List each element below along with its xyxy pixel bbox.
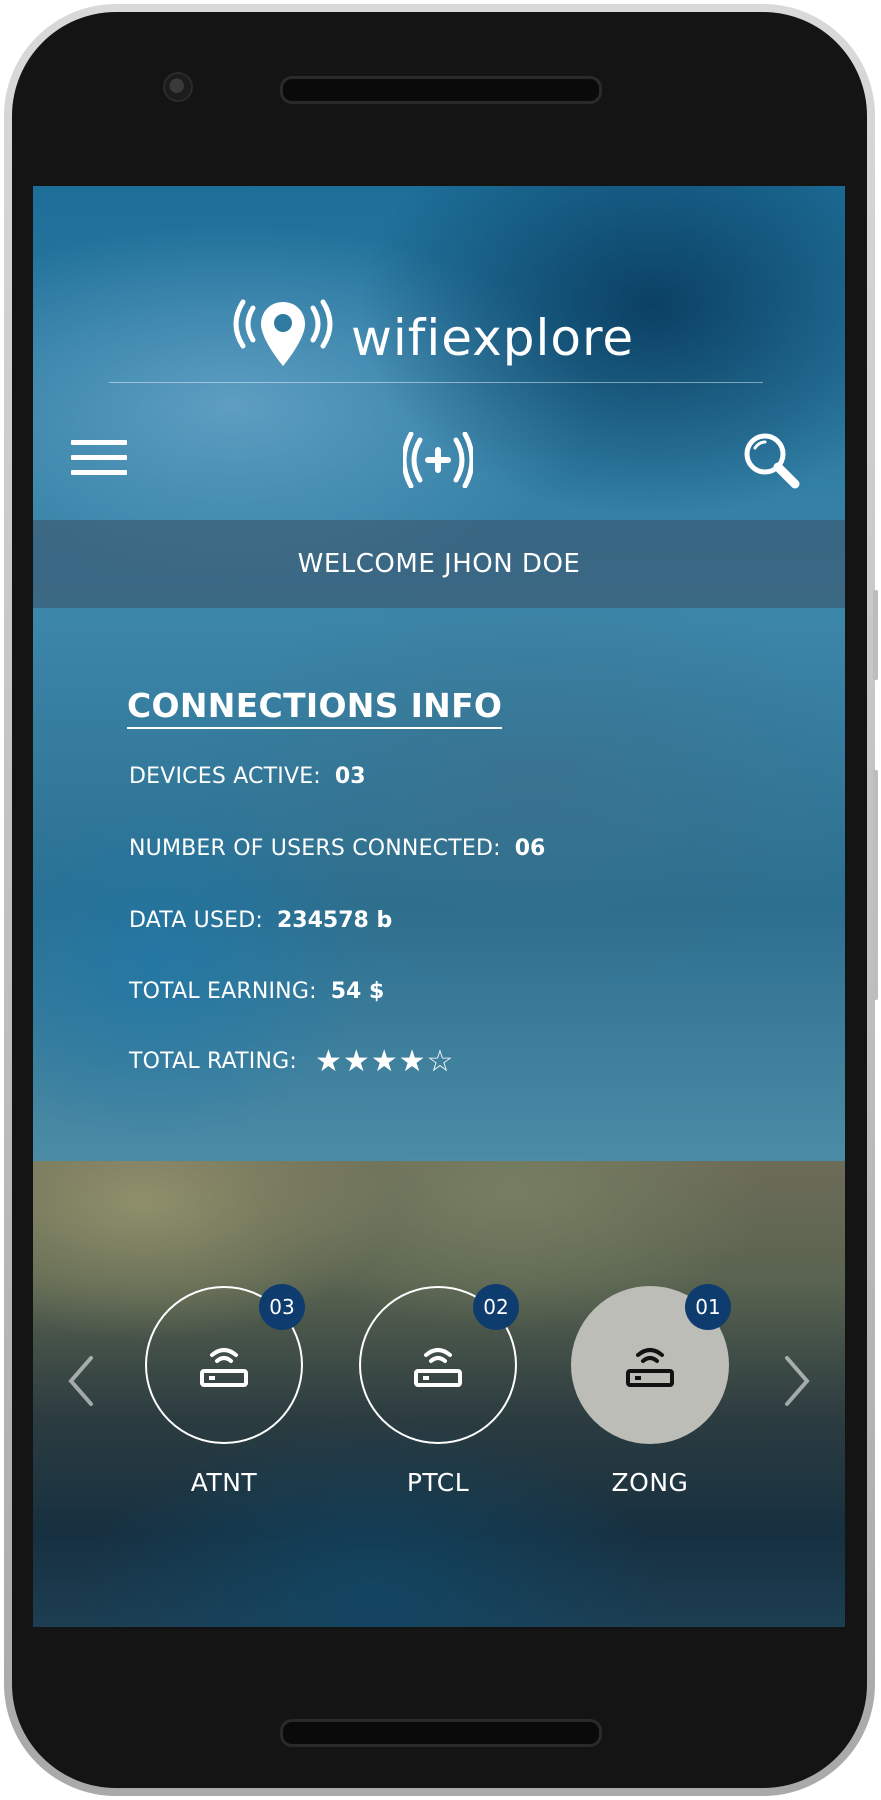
front-camera — [163, 72, 193, 102]
devices-active-row: DEVICES ACTIVE: 03 — [129, 764, 366, 789]
network-count-badge: 01 — [685, 1284, 731, 1330]
devices-active-label: DEVICES ACTIVE: — [129, 764, 321, 789]
total-rating-row: TOTAL RATING: ★★★★☆ — [129, 1044, 454, 1079]
network-label-atnt: ATNT — [190, 1468, 258, 1497]
total-earning-value: 54 $ — [330, 979, 385, 1004]
add-wifi-icon[interactable] — [403, 432, 473, 488]
top-speaker — [280, 76, 602, 104]
network-item-ptcl[interactable]: 02 PTCL — [353, 1284, 523, 1497]
users-connected-row: NUMBER OF USERS CONNECTED: 06 — [129, 836, 545, 861]
total-rating-label: TOTAL RATING: — [129, 1049, 297, 1074]
network-item-atnt[interactable]: 03 ATNT — [139, 1284, 309, 1497]
chevron-right-icon[interactable] — [777, 1346, 817, 1416]
network-button-atnt[interactable]: 03 — [145, 1284, 305, 1444]
logo-divider — [109, 382, 763, 383]
users-connected-value: 06 — [514, 836, 546, 861]
router-icon — [626, 1348, 674, 1387]
connections-info-title: CONNECTIONS INFO — [127, 686, 503, 729]
chevron-left-icon[interactable] — [61, 1346, 101, 1416]
network-button-ptcl[interactable]: 02 — [359, 1284, 519, 1444]
welcome-text: WELCOME JHON DOE — [297, 549, 581, 579]
total-earning-row: TOTAL EARNING: 54 $ — [129, 979, 384, 1004]
router-icon — [414, 1348, 462, 1387]
devices-active-value: 03 — [334, 764, 366, 789]
search-icon[interactable] — [741, 430, 801, 490]
wifi-location-pin-icon — [233, 299, 333, 366]
network-item-zong[interactable]: 01 ZONG — [565, 1284, 735, 1497]
network-count-badge: 03 — [259, 1284, 305, 1330]
power-button — [873, 770, 878, 1000]
volume-button — [873, 590, 878, 680]
total-earning-label: TOTAL EARNING: — [129, 979, 317, 1004]
network-label-zong: ZONG — [611, 1468, 689, 1497]
app-name: wifiexplore — [351, 309, 635, 367]
data-used-value: 234578 b — [277, 908, 393, 933]
network-label-ptcl: PTCL — [406, 1468, 470, 1497]
app-screen: wifiexplore WELCOME JHON DOE CONNECTIONS… — [33, 186, 845, 1627]
welcome-bar: WELCOME JHON DOE — [33, 520, 845, 608]
app-logo: wifiexplore — [233, 298, 634, 378]
router-icon — [200, 1348, 248, 1387]
data-used-row: DATA USED: 234578 b — [129, 908, 392, 933]
data-used-label: DATA USED: — [129, 908, 263, 933]
network-count-badge: 02 — [473, 1284, 519, 1330]
bottom-speaker — [280, 1719, 602, 1747]
users-connected-label: NUMBER OF USERS CONNECTED: — [129, 836, 501, 861]
hamburger-menu-icon[interactable] — [71, 440, 127, 480]
star-rating: ★★★★☆ — [314, 1044, 455, 1079]
network-button-zong[interactable]: 01 — [571, 1284, 731, 1444]
